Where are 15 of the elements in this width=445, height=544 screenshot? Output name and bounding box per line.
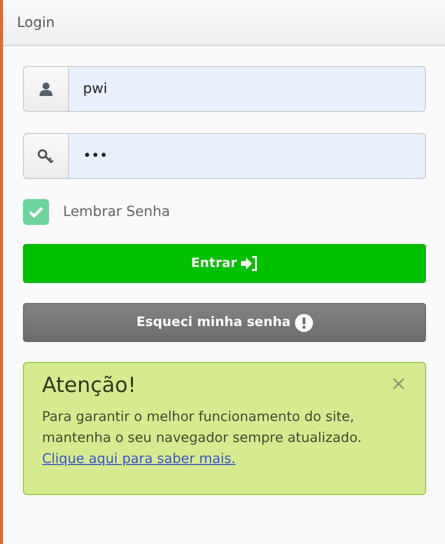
check-icon [28,206,44,218]
key-icon [37,148,55,164]
checkbox[interactable] [23,199,49,225]
alert-text: Para garantir o melhor funcionamento do site, mantenha o seu navegador sempre atualizado. Clique aqui para saber mais. [42,408,363,469]
exclamation-icon [294,314,313,332]
forgot-password-button[interactable]: Esqueci minha senha [23,303,426,342]
alert-title: Atenção! [42,373,136,397]
checkbox-label: Lembrar Senha [63,204,170,220]
input-field[interactable]: pwi [68,66,426,112]
user-icon [38,81,54,97]
sign-in-icon [240,256,258,271]
panel-title: Login [17,14,55,30]
login-button[interactable]: Entrar [23,244,426,283]
link[interactable]: Clique aqui para saber mais. [42,451,236,467]
input-field[interactable]: ••• [68,133,426,179]
